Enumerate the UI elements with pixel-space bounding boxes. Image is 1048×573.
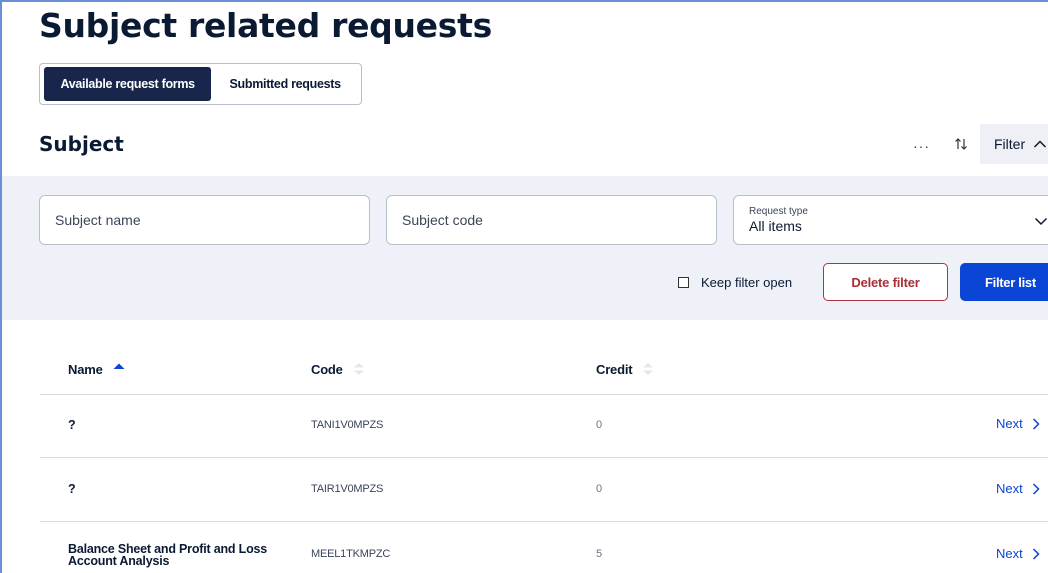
filter-toggle-label: Filter <box>994 136 1026 152</box>
row-divider <box>40 521 1048 522</box>
keep-filter-open-option[interactable]: Keep filter open <box>678 275 792 290</box>
chevron-right-icon <box>1032 547 1040 560</box>
next-link-label: Next <box>996 481 1023 496</box>
column-header-credit-label: Credit <box>596 361 633 377</box>
tab-available-request-forms[interactable]: Available request forms <box>44 67 212 101</box>
delete-filter-button[interactable]: Delete filter <box>823 263 948 301</box>
tab-submitted-requests[interactable]: Submitted requests <box>213 67 357 101</box>
row-2-credit: 0 <box>596 483 603 495</box>
row-3-credit: 5 <box>596 548 603 560</box>
keep-filter-open-label: Keep filter open <box>701 275 793 290</box>
filter-toggle-button[interactable]: Filter <box>980 124 1048 164</box>
row-3-code: MEEL1TKMPZC <box>311 548 391 560</box>
column-header-code[interactable]: Code <box>311 361 365 377</box>
row-2-name: ? <box>68 482 76 496</box>
column-header-name-label: Name <box>68 361 103 377</box>
row-3-next-link[interactable]: Next <box>996 546 1040 561</box>
next-link-label: Next <box>996 416 1023 431</box>
section-title: Subject <box>39 132 124 156</box>
column-header-code-label: Code <box>311 361 343 377</box>
row-3-name: Balance Sheet and Profit and Loss Accoun… <box>68 542 268 568</box>
column-header-credit[interactable]: Credit <box>596 361 654 377</box>
subject-name-field[interactable] <box>39 195 370 245</box>
page-title: Subject related requests <box>39 6 492 45</box>
row-2-code: TAIR1V0MPZS <box>311 483 384 495</box>
chevron-right-icon <box>1032 482 1040 495</box>
sort-icon[interactable] <box>953 134 969 154</box>
row-2-next-link[interactable]: Next <box>996 481 1040 496</box>
app-frame: Subject related requests Available reque… <box>0 0 1048 573</box>
column-header-name[interactable]: Name <box>68 361 125 377</box>
next-link-label: Next <box>996 546 1023 561</box>
row-divider <box>40 457 1048 458</box>
subject-code-field[interactable] <box>386 195 717 245</box>
request-type-value: All items <box>749 217 802 234</box>
sort-neutral-icon <box>643 363 654 375</box>
sort-neutral-icon <box>353 363 364 375</box>
request-type-label: Request type <box>749 205 808 217</box>
row-1-code: TANI1V0MPZS <box>311 419 384 431</box>
filter-list-button[interactable]: Filter list <box>960 263 1048 301</box>
keep-filter-open-checkbox[interactable] <box>678 277 689 288</box>
row-divider <box>40 394 1048 395</box>
sort-ascending-icon <box>113 363 125 369</box>
row-1-next-link[interactable]: Next <box>996 416 1040 431</box>
request-tabs: Available request forms Submitted reques… <box>39 63 362 105</box>
chevron-down-icon <box>1034 217 1048 226</box>
subject-name-input[interactable] <box>55 212 369 228</box>
chevron-right-icon <box>1032 417 1040 430</box>
chevron-up-icon <box>1034 140 1047 148</box>
row-1-credit: 0 <box>596 419 603 431</box>
row-1-name: ? <box>68 418 76 432</box>
subject-code-input[interactable] <box>402 212 716 228</box>
request-type-select[interactable]: Request type All items <box>733 195 1048 245</box>
more-icon[interactable]: ··· <box>913 138 930 154</box>
